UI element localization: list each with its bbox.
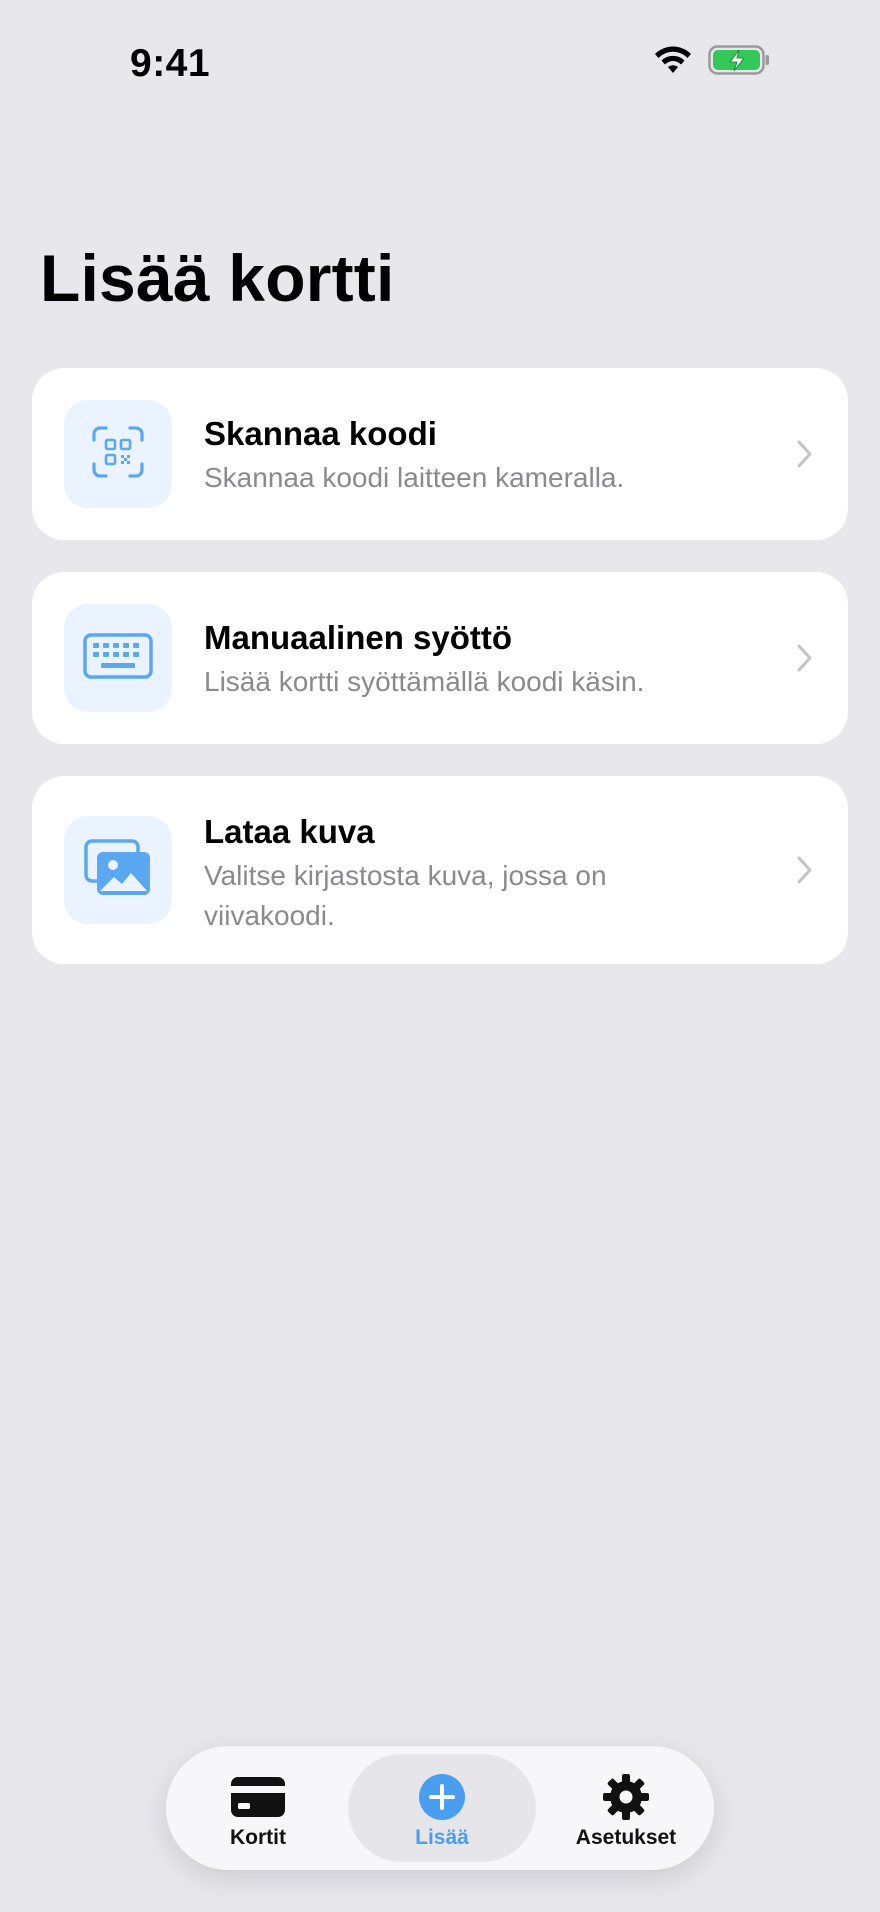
icon-tile	[64, 604, 172, 712]
gear-icon	[601, 1772, 651, 1822]
tab-settings[interactable]: Asetukset	[536, 1754, 716, 1862]
option-title: Skannaa koodi	[204, 415, 437, 452]
option-subtitle: Valitse kirjastosta kuva, jossa on viiva…	[204, 860, 607, 931]
tab-label: Kortit	[230, 1826, 286, 1849]
option-title: Lataa kuva	[204, 813, 375, 850]
photo-library-icon	[83, 838, 153, 903]
tab-label: Lisää	[415, 1826, 469, 1849]
tab-add[interactable]: Lisää	[348, 1754, 536, 1862]
chevron-right-icon	[794, 642, 816, 674]
icon-tile	[64, 400, 172, 508]
status-icons	[652, 44, 770, 76]
card-icon	[230, 1772, 286, 1822]
manual-entry-option[interactable]: Manuaalinen syöttö Lisää kortti syöttämä…	[32, 572, 848, 744]
card-text: Skannaa koodi Skannaa koodi laitteen kam…	[204, 412, 758, 498]
plus-circle-icon	[418, 1772, 466, 1822]
status-bar: 9:41	[0, 0, 880, 130]
tab-bar: Kortit Lisää Asetukset	[166, 1746, 714, 1870]
battery-icon	[708, 44, 770, 76]
wifi-icon	[652, 44, 694, 76]
icon-tile	[64, 816, 172, 924]
option-subtitle: Lisää kortti syöttämällä koodi käsin.	[204, 666, 645, 697]
keyboard-icon	[83, 632, 153, 685]
chevron-right-icon	[794, 854, 816, 886]
chevron-right-icon	[794, 438, 816, 470]
page-title: Lisää kortti	[40, 241, 395, 315]
card-text: Manuaalinen syöttö Lisää kortti syöttämä…	[204, 616, 758, 702]
status-time: 9:41	[130, 42, 211, 85]
option-subtitle: Skannaa koodi laitteen kameralla.	[204, 462, 625, 493]
tab-label: Asetukset	[575, 1826, 677, 1849]
upload-image-option[interactable]: Lataa kuva Valitse kirjastosta kuva, jos…	[32, 776, 848, 964]
option-title: Manuaalinen syöttö	[204, 619, 513, 656]
card-text: Lataa kuva Valitse kirjastosta kuva, jos…	[204, 810, 758, 936]
scan-code-option[interactable]: Skannaa koodi Skannaa koodi laitteen kam…	[32, 368, 848, 540]
tab-cards[interactable]: Kortit	[168, 1754, 348, 1862]
qr-scan-icon	[90, 424, 146, 485]
